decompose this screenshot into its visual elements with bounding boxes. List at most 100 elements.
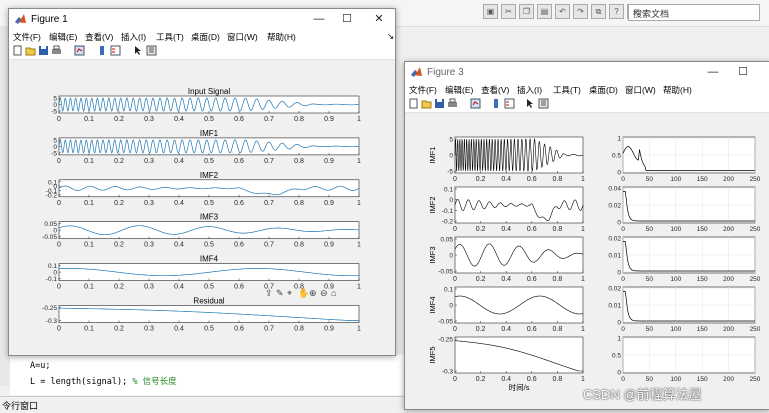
maximize-icon[interactable]: ☐ (735, 65, 751, 79)
x-tick-label: 0.9 (324, 158, 334, 165)
link-plot-icon[interactable] (74, 45, 85, 56)
edit-plot-icon[interactable] (133, 45, 144, 56)
figure1-titlebar[interactable]: Figure 1 — ☐ ✕ (9, 9, 395, 30)
x-tick-label: 200 (723, 276, 734, 283)
help-icon[interactable]: ? (609, 4, 624, 19)
subplot-axes: 0 0.2 0.4 0.6 0.8 10.050-0.05IMF3 (428, 237, 585, 284)
menu-desktop[interactable]: 桌面(D) (589, 84, 618, 96)
insert-legend-icon[interactable] (504, 98, 515, 109)
menu-tools[interactable]: 工具(T) (553, 84, 581, 96)
print-icon[interactable] (447, 98, 458, 109)
figure3-titlebar[interactable]: Figure 3 — ☐ (405, 62, 769, 83)
y-tick-label: 0 (449, 303, 453, 310)
code-line: L = length(signal); % 信号长度 (30, 375, 177, 387)
pan-icon[interactable]: ✋ (298, 287, 309, 298)
menu-help[interactable]: 帮助(H) (663, 84, 692, 96)
menu-file[interactable]: 文件(F) (13, 31, 41, 43)
minimize-icon[interactable]: — (705, 65, 721, 79)
datatip-icon[interactable]: ⌖ (287, 288, 292, 298)
x-tick-label: 0 (453, 176, 457, 183)
axes-toolbar[interactable]: ⇪ ✎ ⌖ ✋ ⊕ ⊖ ⌂ (265, 287, 336, 298)
insert-colorbar-icon[interactable] (97, 45, 108, 56)
save-icon[interactable] (434, 98, 445, 109)
x-tick-label: 0.4 (501, 376, 511, 383)
print-icon[interactable] (51, 45, 62, 56)
maximize-icon[interactable]: ☐ (339, 12, 355, 26)
x-tick-label: 0.6 (527, 326, 537, 333)
x-tick-label: 0.3 (144, 116, 154, 123)
undo-icon[interactable]: ↶ (555, 4, 570, 19)
x-tick-label: 50 (646, 226, 654, 233)
figure3-plot-area: 0 0.2 0.4 0.6 0.8 150-5IMF10 0.2 0.4 0.6 0.8 10.10… (428, 136, 761, 393)
x-tick-label: 250 (750, 276, 761, 283)
x-tick-label: 0.2 (476, 326, 486, 333)
switch-window-icon[interactable]: ⧉ (591, 4, 606, 19)
x-tick-label: 0.3 (144, 242, 154, 249)
zoom-in-icon[interactable]: ⊕ (309, 288, 317, 298)
search-icon[interactable]: ⌕ (633, 6, 755, 17)
export-icon[interactable]: ⇪ (265, 288, 273, 298)
figure1-window[interactable]: Figure 1 — ☐ ✕ 文件(F) 编辑(E) 查看(V) 插入(I) 工… (8, 8, 396, 356)
open-file-icon[interactable] (421, 98, 432, 109)
y-axis-label: IMF3 (428, 246, 437, 263)
menu-edit[interactable]: 编辑(E) (445, 84, 473, 96)
new-figure-icon[interactable] (12, 45, 23, 56)
x-tick-label: 0.5 (204, 325, 214, 332)
command-window[interactable]: A=u; L = length(signal); % 信号长度 (10, 355, 410, 395)
redo-icon[interactable]: ↷ (573, 4, 588, 19)
menu-desktop[interactable]: 桌面(D) (191, 31, 220, 43)
subplot-axes: 0 0.1 0.2 0.3 0.4 0.5 0.6 0.7 0.8 0.9 10.050-0.05I… (42, 213, 361, 249)
brush-icon[interactable]: ✎ (276, 288, 284, 298)
close-icon[interactable]: ✕ (371, 12, 387, 26)
x-tick-label: 0.4 (501, 176, 511, 183)
menu-view[interactable]: 查看(V) (481, 84, 509, 96)
menu-file[interactable]: 文件(F) (409, 84, 437, 96)
property-inspector-icon[interactable] (146, 45, 157, 56)
property-inspector-icon[interactable] (538, 98, 549, 109)
save-icon[interactable]: ▣ (483, 4, 498, 19)
open-file-icon[interactable] (25, 45, 36, 56)
figure3-window[interactable]: Figure 3 — ☐ 文件(F) 编辑(E) 查看(V) 插入(I) 工具(… (404, 61, 769, 410)
paste-icon[interactable]: ▤ (537, 4, 552, 19)
x-tick-label: 250 (750, 326, 761, 333)
copy-icon[interactable]: ❐ (519, 4, 534, 19)
y-tick-label: -0.2 (46, 192, 58, 199)
subplot-title: Input Signal (188, 87, 230, 96)
menu-window[interactable]: 窗口(W) (227, 31, 258, 43)
subplot-axes: 0 0.1 0.2 0.3 0.4 0.5 0.6 0.7 0.8 0.9 10.10-0.1-0.… (46, 171, 361, 207)
menu-edit[interactable]: 编辑(E) (49, 31, 77, 43)
y-tick-label: 0.01 (608, 253, 621, 260)
x-tick-label: 0.6 (234, 158, 244, 165)
subplot-axes: 0 0.2 0.4 0.6 0.8 1 -0.25 -0.3 IMF5 (428, 337, 585, 384)
x-tick-label: 0 (621, 176, 625, 183)
x-tick-label: 0.3 (144, 284, 154, 291)
menu-window[interactable]: 窗口(W) (625, 84, 656, 96)
insert-colorbar-icon[interactable] (491, 98, 502, 109)
x-tick-label: 0.8 (294, 116, 304, 123)
x-tick-label: 1 (357, 200, 361, 207)
link-plot-icon[interactable] (470, 98, 481, 109)
x-tick-label: 0.4 (174, 116, 184, 123)
zoom-out-icon[interactable]: ⊖ (320, 288, 328, 298)
minimize-icon[interactable]: — (311, 12, 327, 26)
search-box[interactable]: 搜索文档 ⌕ (628, 4, 760, 21)
edit-plot-icon[interactable] (525, 98, 536, 109)
x-tick-label: 0.2 (114, 242, 124, 249)
subplot-axes: 0 0.1 0.2 0.3 0.4 0.5 0.6 0.7 0.8 0.9 150-5Input S… (51, 87, 361, 123)
dock-arrow-icon[interactable]: ↘ (387, 31, 394, 42)
cut-icon[interactable]: ✂ (501, 4, 516, 19)
new-figure-icon[interactable] (408, 98, 419, 109)
menu-insert[interactable]: 插入(I) (121, 31, 146, 43)
insert-legend-icon[interactable] (110, 45, 121, 56)
menu-help[interactable]: 帮助(H) (267, 31, 296, 43)
x-tick-label: 0.4 (174, 200, 184, 207)
menu-insert[interactable]: 插入(I) (517, 84, 542, 96)
x-tick-label: 50 (646, 326, 654, 333)
home-icon[interactable]: ⌂ (331, 288, 336, 298)
menu-view[interactable]: 查看(V) (85, 31, 113, 43)
menu-tools[interactable]: 工具(T) (156, 31, 184, 43)
x-tick-label: 0.7 (264, 242, 274, 249)
save-icon[interactable] (38, 45, 49, 56)
x-tick-label: 0.1 (84, 284, 94, 291)
subplot-title: IMF3 (200, 213, 219, 222)
